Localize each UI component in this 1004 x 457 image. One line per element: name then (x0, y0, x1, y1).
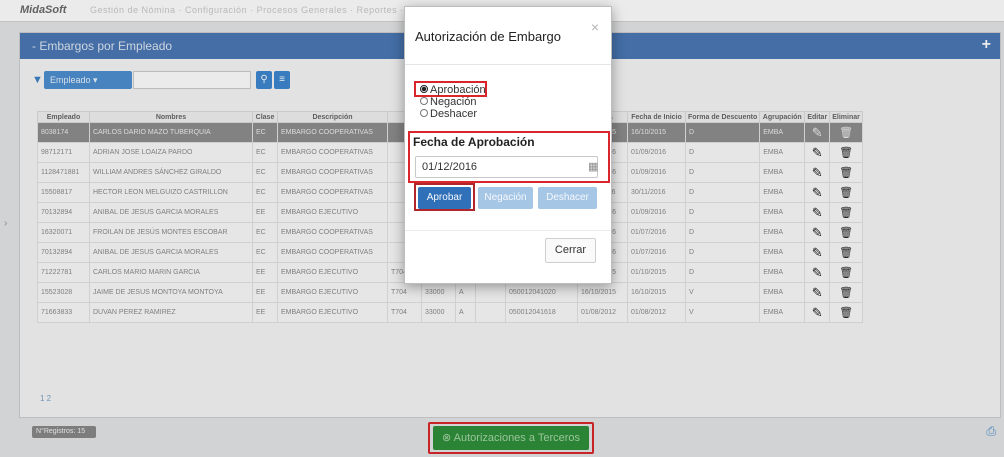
close-icon[interactable]: × (591, 19, 599, 35)
modal-footer-divider (405, 230, 611, 231)
radio-unchecked-icon (420, 97, 428, 105)
radio-aprobacion-label: Aprobación (430, 84, 486, 96)
radio-negacion[interactable]: Negación (420, 96, 476, 108)
date-field[interactable]: 01/12/2016 (415, 156, 598, 178)
radio-deshacer-label: Deshacer (430, 108, 478, 120)
date-label: Fecha de Aprobación (413, 135, 535, 149)
modal-title: Autorización de Embargo (415, 29, 561, 44)
aprobar-button[interactable]: Aprobar (418, 187, 471, 209)
radio-deshacer[interactable]: Deshacer (420, 108, 477, 120)
negacion-button[interactable]: Negación (478, 187, 533, 209)
deshacer-button[interactable]: Deshacer (538, 187, 597, 209)
radio-unchecked-icon (420, 109, 428, 117)
calendar-icon[interactable]: ▦ (588, 160, 598, 173)
radio-checked-icon (420, 85, 428, 93)
cerrar-button[interactable]: Cerrar (545, 238, 596, 263)
modal-divider (405, 64, 611, 65)
radio-aprobacion[interactable]: Aprobación (420, 84, 486, 96)
radio-negacion-label: Negación (430, 96, 477, 108)
